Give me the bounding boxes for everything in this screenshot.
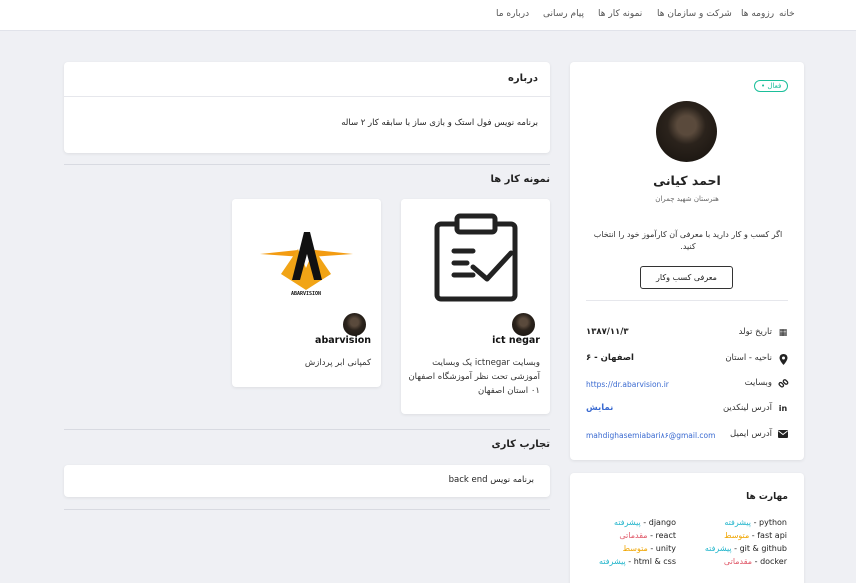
link-icon: [778, 379, 789, 389]
birthdate-label: تاریخ تولد: [738, 327, 772, 337]
email-label: آدرس ایمیل: [730, 429, 772, 439]
nav-portfolios[interactable]: نمونه کار ها: [598, 9, 642, 19]
region-row: ناحیه - استان ۶ - اصفهان: [586, 353, 788, 367]
top-navbar: خانه رزومه ها شرکت و سازمان ها نمونه کار…: [0, 0, 856, 31]
website-row: وبسایت https://dr.abarvision.ir: [586, 378, 789, 392]
skill-item: پیشرفته - html & css: [599, 557, 676, 566]
website-link[interactable]: https://dr.abarvision.ir: [586, 380, 669, 389]
portfolio-card[interactable]: ict negar وبسایت ictnegar یک وبسایت آموز…: [401, 199, 550, 414]
region-value: ۶ - اصفهان: [586, 353, 634, 363]
skill-item: پیشرفته - django: [614, 518, 676, 527]
avatar: [656, 101, 717, 162]
email-link[interactable]: mahdighasemiabari۸۶@gmail.com: [586, 431, 715, 440]
profile-card: • فعال احمد کیانی هنرستان شهید چمران اگر…: [570, 62, 804, 460]
email-row: آدرس ایمیل mahdighasemiabari۸۶@gmail.com: [586, 429, 788, 443]
status-badge: • فعال: [754, 80, 789, 92]
intro-text: اگر کسب و کار دارید با معرفی آن کارآموز …: [593, 230, 783, 251]
profile-name: احمد کیانی: [653, 173, 721, 188]
experience-title: تجارب کاری: [491, 439, 551, 450]
skill-item: متوسط - unity: [622, 544, 676, 553]
skill-item: پیشرفته - git & github: [704, 544, 787, 553]
portfolio-title: ict negar: [492, 335, 540, 346]
author-avatar: [341, 311, 368, 338]
nav-resumes[interactable]: رزومه ها: [741, 9, 774, 19]
nav-companies[interactable]: شرکت و سازمان ها: [657, 9, 732, 19]
nav-home[interactable]: خانه: [779, 9, 795, 19]
skills-title: مهارت ها: [746, 492, 788, 502]
about-title: درباره: [507, 73, 538, 84]
linkedin-label: آدرس لینکدین: [722, 403, 772, 413]
skill-item: متوسط - fast api: [724, 531, 787, 540]
portfolio-card[interactable]: ABARVISION abarvision کمپانی ابر پردازش: [232, 199, 381, 387]
birthdate-row: ▦ تاریخ تولد ۱۳۸۷/۱۱/۳: [586, 327, 788, 341]
about-card: درباره برنامه نویس فول استک و بازی ساز ب…: [64, 62, 550, 153]
skill-item: پیشرفته - python: [724, 518, 787, 527]
linkedin-icon: in: [778, 404, 788, 413]
portfolio-description: وبسایت ictnegar یک وبسایت آموزشی تحت نظر…: [408, 358, 540, 396]
experience-card: برنامه نویس back end: [64, 465, 550, 497]
divider: [586, 300, 788, 301]
nav-messaging[interactable]: پیام رسانی: [543, 9, 584, 19]
calendar-icon: ▦: [778, 328, 788, 338]
website-label: وبسایت: [744, 378, 772, 388]
section-divider: [64, 429, 550, 430]
linkedin-row: in آدرس لینکدین نمایش: [586, 403, 788, 417]
map-pin-icon: [778, 354, 788, 365]
nav-about-us[interactable]: درباره ما: [496, 9, 529, 19]
svg-text:ABARVISION: ABARVISION: [291, 291, 321, 297]
introduce-business-button[interactable]: معرفی کسب وکار: [640, 266, 733, 289]
linkedin-link[interactable]: نمایش: [586, 403, 613, 413]
skill-item: مقدماتی - docker: [723, 557, 787, 566]
author-avatar: [510, 311, 537, 338]
abarvision-logo: ABARVISION: [232, 199, 381, 325]
region-label: ناحیه - استان: [725, 353, 772, 363]
portfolio-title: نمونه کار ها: [490, 174, 550, 185]
portfolio-description: کمپانی ابر پردازش: [304, 358, 371, 368]
divider: [64, 96, 550, 97]
section-divider: [64, 509, 550, 510]
experience-item: برنامه نویس back end: [448, 475, 534, 485]
envelope-icon: [778, 430, 788, 440]
birthdate-value: ۱۳۸۷/۱۱/۳: [586, 327, 629, 337]
skill-item: مقدماتی - react: [619, 531, 676, 540]
skills-card: مهارت ها پیشرفته - python پیشرفته - djan…: [570, 473, 804, 583]
clipboard-check-icon: [401, 199, 550, 325]
section-divider: [64, 164, 550, 165]
portfolio-title: abarvision: [315, 335, 371, 346]
profile-school: هنرستان شهید چمران: [655, 195, 719, 203]
about-text: برنامه نویس فول استک و بازی ساز با سابقه…: [341, 118, 538, 128]
